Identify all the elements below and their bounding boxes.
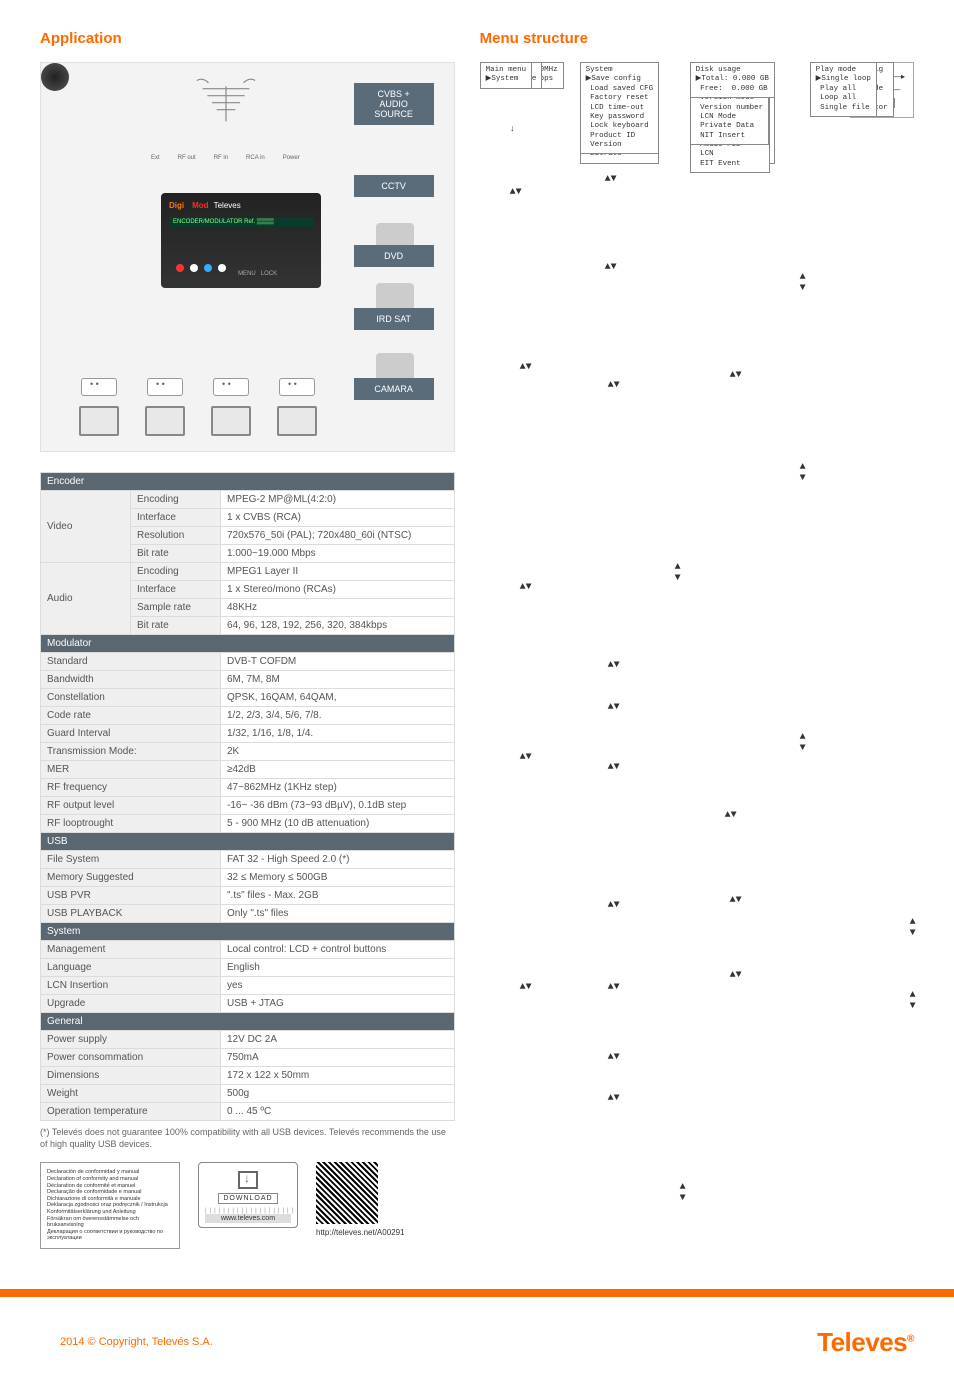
ird-icon xyxy=(376,283,414,311)
menu-sys-list: System ▶Save config Load saved CFG Facto… xyxy=(580,62,660,154)
tv-icons xyxy=(79,406,317,436)
section-usb: USB xyxy=(41,833,455,851)
menu-mode-list: Play mode ▶Single loop Play all Loop all… xyxy=(810,62,877,117)
section-modulator: Modulator xyxy=(41,635,455,653)
encoder-device: DigiMod Televes ENCODER/MODULATOR Ref. ▒… xyxy=(161,193,321,288)
spec-table: Encoder VideoEncodingMPEG-2 MP@ML(4:2:0)… xyxy=(40,472,455,1121)
antenna-icon xyxy=(191,73,261,123)
copyright: 2014 © Copyright, Televés S.A. xyxy=(60,1336,213,1348)
download-url[interactable]: www.televes.com xyxy=(205,1214,291,1223)
usb-footnote: (*) Televés does not guarantee 100% comp… xyxy=(40,1127,455,1150)
camara-label: CAMARA xyxy=(354,378,434,400)
qr-code-icon xyxy=(316,1162,378,1224)
download-icon xyxy=(238,1171,258,1189)
menu-disk-stats: Disk usage ▶Total: 0.000 GB Free: 0.000 … xyxy=(690,62,775,98)
port-labels: ExtRF outRF inRCA inPower xyxy=(151,155,300,161)
menu-heading: Menu structure xyxy=(480,30,914,47)
section-encoder: Encoder xyxy=(41,473,455,491)
section-system: System xyxy=(41,923,455,941)
ird-label: IRD SAT xyxy=(354,308,434,330)
qr-url[interactable]: http://televes.net/A00291 xyxy=(316,1228,405,1237)
orange-divider xyxy=(0,1289,954,1297)
wall-sockets xyxy=(81,378,315,396)
camera-icon xyxy=(376,353,414,381)
menu-tree: ENTER——▸ MENU◂—— LOCK Initializing ... D… xyxy=(480,62,914,1062)
dvd-label: DVD xyxy=(354,245,434,267)
televes-logo: Televes® xyxy=(817,1327,914,1358)
conformity-box: Declaración de conformidad y manualDecla… xyxy=(40,1162,180,1249)
menu-main-sys: Main menu ▶System xyxy=(480,62,533,89)
application-diagram: ExtRF outRF inRCA inPower CVBS + AUDIO S… xyxy=(40,62,455,452)
section-general: General xyxy=(41,1013,455,1031)
download-box: DOWNLOAD |||||||||||||||||||| www.televe… xyxy=(198,1162,298,1228)
cctv-icon xyxy=(41,63,69,91)
download-button[interactable]: DOWNLOAD xyxy=(218,1193,277,1204)
application-heading: Application xyxy=(40,30,455,47)
cvbs-source-label: CVBS + AUDIO SOURCE xyxy=(354,83,434,125)
cctv-label: CCTV xyxy=(354,175,434,197)
